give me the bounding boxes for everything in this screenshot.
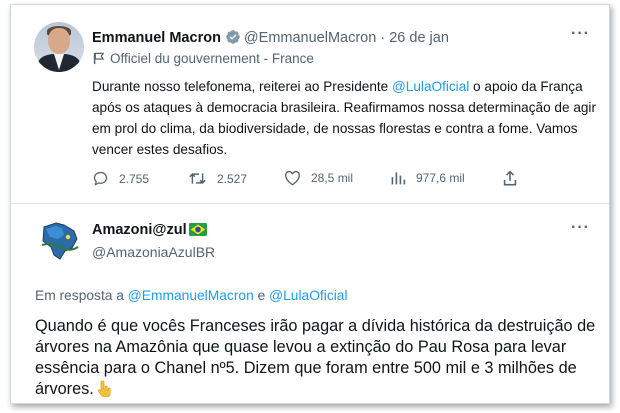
verified-badge-icon — [226, 30, 240, 44]
tweet1-header: Emmanuel Macron @EmmanuelMacron · 26 de j… — [92, 29, 449, 46]
mention-lula[interactable]: @LulaOficial — [269, 288, 347, 303]
tweet1-actions: 2.755 2.527 28,5 mil 977,6 mil — [92, 170, 517, 192]
government-label-text: Officiel du gouvernement - France — [110, 51, 314, 66]
author-name[interactable]: Amazoni@zul — [92, 222, 187, 238]
author-handle[interactable]: @EmmanuelMacron — [244, 30, 376, 46]
government-label-icon — [93, 52, 105, 65]
author-name[interactable]: Emmanuel Macron — [92, 30, 221, 46]
reply-prefix: Em resposta a — [35, 288, 128, 303]
tweet-divider — [11, 203, 609, 204]
retweet-button[interactable]: 2.527 — [188, 170, 247, 187]
share-button[interactable] — [502, 170, 528, 187]
retweet-count: 2.527 — [217, 171, 248, 186]
like-button[interactable]: 28,5 mil — [284, 170, 353, 186]
reply-conjunction: e — [253, 288, 270, 303]
reply-count: 2.755 — [119, 171, 150, 186]
views-button[interactable]: 977,6 mil — [390, 170, 465, 186]
reply-button[interactable]: 2.755 — [92, 170, 149, 187]
tweet2-author: Amazoni@zul — [92, 222, 207, 238]
government-label: Officiel du gouvernement - France — [92, 51, 314, 66]
tweet-date[interactable]: 26 de jan — [389, 30, 449, 46]
point-down-emoji — [97, 380, 111, 397]
retweet-icon — [189, 173, 206, 184]
tweet1-text-part: Durante nosso telefonema, reiterei ao Pr… — [92, 79, 392, 94]
more-options-icon[interactable]: ··· — [571, 25, 590, 43]
mention-lula[interactable]: @LulaOficial — [392, 79, 469, 94]
reply-context: Em resposta a @EmmanuelMacron e @LulaOfi… — [35, 288, 348, 303]
mention-macron[interactable]: @EmmanuelMacron — [128, 288, 254, 303]
amazoniazul-avatar[interactable] — [34, 215, 84, 265]
tweet2-text: Quando é que vocês Franceses irão pagar … — [35, 316, 603, 400]
macron-avatar[interactable] — [34, 22, 84, 72]
heart-icon — [285, 170, 300, 186]
tweet-screenshot: Emmanuel Macron @EmmanuelMacron · 26 de j… — [10, 4, 610, 404]
brazil-flag-icon — [188, 223, 207, 236]
author-handle[interactable]: @AmazoniaAzulBR — [92, 244, 215, 260]
like-count: 28,5 mil — [311, 171, 354, 185]
views-icon — [391, 172, 406, 185]
reply-icon — [93, 171, 108, 186]
share-icon — [503, 170, 517, 186]
tweet1-text: Durante nosso telefonema, reiterei ao Pr… — [92, 76, 597, 160]
more-options-icon[interactable]: ··· — [571, 219, 590, 237]
views-count: 977,6 mil — [416, 171, 465, 185]
separator-dot: · — [380, 30, 386, 46]
brazil-map-logo — [41, 222, 79, 260]
tweet2-text-body: Quando é que vocês Franceses irão pagar … — [35, 317, 596, 398]
